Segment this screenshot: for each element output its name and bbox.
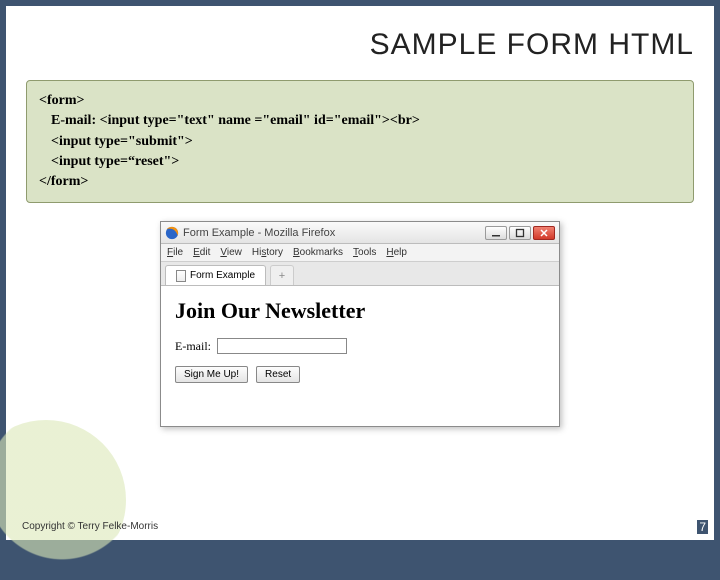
reset-button[interactable]: Reset [256,366,300,383]
browser-viewport: Join Our Newsletter E-mail: Sign Me Up! … [161,286,559,426]
code-line: </form> [39,172,681,192]
minimize-button[interactable] [485,226,507,240]
code-line: <input type="submit"> [39,132,681,152]
menu-view[interactable]: View [220,247,242,258]
page-icon [176,270,186,282]
menu-history[interactable]: History [252,247,283,258]
browser-window: Form Example - Mozilla Firefox FFileile … [160,221,560,427]
new-tab-button[interactable]: + [270,265,294,285]
tab-label: Form Example [190,270,255,281]
code-sample-box: <form> E-mail: <input type="text" name =… [26,80,694,203]
maximize-button[interactable] [509,226,531,240]
page-number: 7 [697,520,708,534]
slide-title: SAMPLE FORM HTML [26,28,694,62]
decorative-accent [0,420,126,580]
window-titlebar: Form Example - Mozilla Firefox [161,222,559,244]
window-title: Form Example - Mozilla Firefox [183,227,335,239]
menu-file[interactable]: FFileile [167,247,183,258]
menu-edit[interactable]: Edit [193,247,210,258]
menu-help[interactable]: Help [386,247,407,258]
code-line: <form> [39,91,681,111]
email-label: E-mail: [175,339,211,354]
menu-bar: FFileile Edit View History Bookmarks Too… [161,244,559,262]
firefox-icon [165,226,179,240]
code-line: E-mail: <input type="text" name ="email"… [39,111,681,131]
tab-bar: Form Example + [161,262,559,286]
email-field[interactable] [217,338,347,354]
tab-form-example[interactable]: Form Example [165,265,266,285]
menu-bookmarks[interactable]: Bookmarks [293,247,343,258]
close-button[interactable] [533,226,555,240]
menu-tools[interactable]: Tools [353,247,376,258]
code-line: <input type=“reset"> [39,152,681,172]
submit-button[interactable]: Sign Me Up! [175,366,248,383]
copyright-text: Copyright © Terry Felke-Morris [22,521,158,532]
page-heading: Join Our Newsletter [175,298,545,324]
